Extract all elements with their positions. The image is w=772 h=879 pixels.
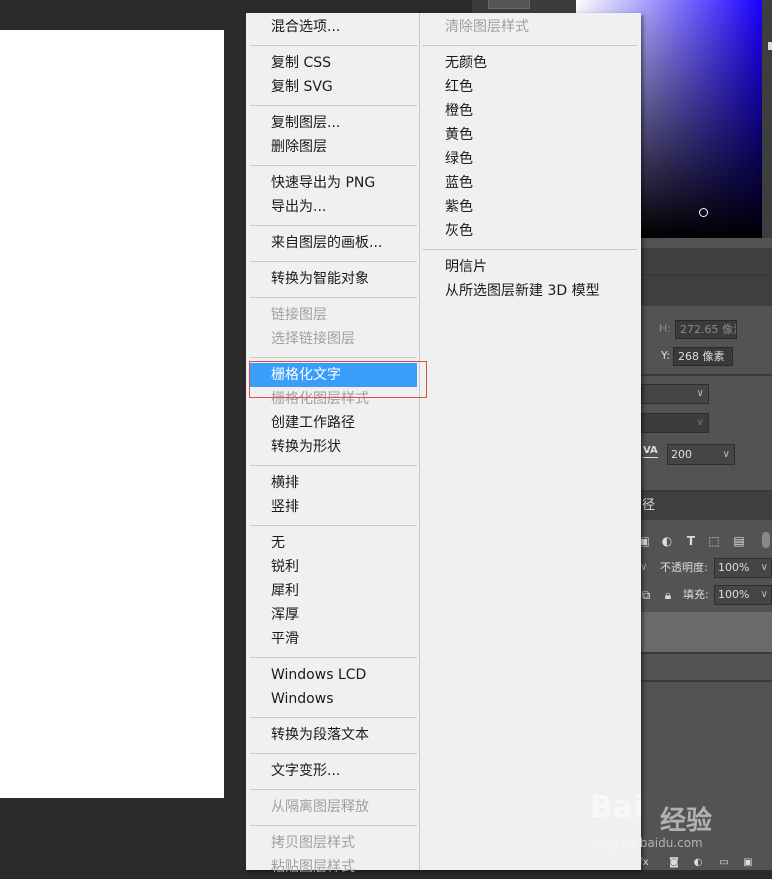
menu-item[interactable]: 删除图层 (271, 135, 327, 159)
tab-paths-fragment[interactable]: 径 (642, 497, 655, 515)
chevron-down-icon: ∨ (760, 589, 768, 600)
h-label: H: (659, 322, 671, 335)
menu-separator (250, 465, 417, 466)
menu-item: 从隔离图层释放 (271, 799, 369, 815)
menu-item[interactable]: 蓝色 (445, 171, 473, 195)
menu-item[interactable]: 无 (271, 531, 285, 555)
chevron-down-icon: ∨ (696, 388, 704, 399)
menu-item[interactable]: 无颜色 (445, 51, 487, 75)
baidu-watermark-logo: Bai (590, 790, 644, 825)
menu-separator (250, 165, 417, 166)
shape-filter-icon[interactable]: ⬚ (706, 533, 722, 549)
menu-item[interactable]: 复制 CSS (271, 51, 331, 75)
chevron-down-icon: ∨ (722, 449, 730, 460)
menu-separator (422, 249, 637, 250)
menu-separator (250, 825, 417, 826)
menu-item[interactable]: 锐利 (271, 555, 299, 579)
y-input[interactable]: 268 像素 (673, 347, 733, 366)
menu-separator (422, 45, 637, 46)
layers-panel-footer: fx ◙ ◐ ▭ ▣ (636, 855, 772, 871)
menu-item[interactable]: 绿色 (445, 147, 473, 171)
new-layer-icon[interactable]: ▣ (740, 855, 756, 871)
menu-separator (250, 45, 417, 46)
chevron-down-icon: ∨ (760, 562, 768, 573)
menu-item[interactable]: Windows LCD (271, 663, 366, 687)
menu-item[interactable]: 混合选项... (271, 15, 340, 39)
menu-item[interactable]: 快速导出为 PNG (271, 171, 375, 195)
menu-item[interactable]: 来自图层的画板... (271, 231, 382, 255)
menu-item[interactable]: 紫色 (445, 195, 473, 219)
opacity-value: 100% (718, 561, 750, 574)
panel-collapse-button[interactable] (488, 0, 530, 9)
menu-item: 选择链接图层 (271, 331, 355, 347)
menu-item[interactable]: 橙色 (445, 99, 473, 123)
menu-separator (250, 717, 417, 718)
hue-slider[interactable] (762, 0, 772, 238)
menu-item[interactable]: 从所选图层新建 3D 模型 (445, 279, 600, 303)
menu-separator (250, 105, 417, 106)
lock-icon[interactable]: 🔒︎ (660, 587, 676, 603)
menu-item[interactable]: 转换为形状 (271, 435, 341, 459)
menu-item[interactable]: 红色 (445, 75, 473, 99)
menu-item[interactable]: Windows (271, 687, 334, 711)
group-folder-icon[interactable]: ▭ (716, 855, 732, 871)
document-canvas[interactable] (0, 30, 224, 798)
adjustment-icon[interactable]: ◐ (690, 855, 706, 871)
baidu-watermark-url: jingyan.baidu.com (592, 836, 703, 850)
menu-item[interactable]: 创建工作路径 (271, 411, 355, 435)
font-style-dropdown[interactable]: ∨ (641, 413, 709, 433)
hue-slider-handle[interactable] (768, 42, 772, 50)
fill-label: 填充: (683, 588, 709, 601)
menu-item[interactable]: 复制 SVG (271, 75, 333, 99)
mask-icon[interactable]: ◙ (666, 855, 682, 871)
menu-item[interactable]: 平滑 (271, 627, 299, 651)
menu-separator (250, 297, 417, 298)
menu-separator (250, 525, 417, 526)
menu-column-divider (419, 13, 420, 870)
menu-item[interactable]: 明信片 (445, 255, 487, 279)
opacity-dropdown[interactable]: 100% ∨ (714, 558, 772, 578)
menu-item[interactable]: 横排 (271, 471, 299, 495)
menu-item[interactable]: 灰色 (445, 219, 473, 243)
annotation-box (249, 361, 427, 398)
font-family-dropdown[interactable]: ∨ (641, 384, 709, 404)
chevron-down-icon: ∨ (696, 417, 704, 428)
tracking-icon: VA (643, 445, 658, 458)
baidu-watermark-text: 经验 (660, 806, 713, 836)
menu-item: 链接图层 (271, 307, 327, 323)
menu-separator (250, 357, 417, 358)
menu-item[interactable]: 复制图层... (271, 111, 340, 135)
menu-separator (250, 657, 417, 658)
h-input[interactable]: 272.65 像素 (675, 320, 737, 339)
fill-dropdown[interactable]: 100% ∨ (714, 585, 772, 605)
menu-item[interactable]: 导出为... (271, 195, 326, 219)
type-filter-icon[interactable]: T (683, 533, 699, 549)
filter-toggle-icon[interactable] (762, 532, 770, 548)
menu-item[interactable]: 犀利 (271, 579, 299, 603)
menu-separator (250, 225, 417, 226)
menu-item: 拷贝图层样式 (271, 835, 355, 851)
menu-item[interactable]: 转换为段落文本 (271, 723, 369, 747)
menu-separator (250, 789, 417, 790)
menu-item[interactable]: 浑厚 (271, 603, 299, 627)
adjustment-filter-icon[interactable]: ◐ (659, 533, 675, 549)
color-picker-cursor[interactable] (699, 208, 708, 217)
menu-separator (250, 753, 417, 754)
menu-item[interactable]: 黄色 (445, 123, 473, 147)
fill-value: 100% (718, 588, 750, 601)
y-label: Y: (661, 349, 670, 362)
menu-item[interactable]: 文字变形... (271, 759, 340, 783)
menu-item[interactable]: 竖排 (271, 495, 299, 519)
chevron-down-icon[interactable]: ∨ (640, 559, 647, 577)
menu-separator (250, 261, 417, 262)
menu-item: 粘贴图层样式 (271, 859, 355, 875)
tracking-value: 200 (671, 448, 692, 461)
menu-item[interactable]: 转换为智能对象 (271, 267, 369, 291)
smart-object-filter-icon[interactable]: ▤ (731, 533, 747, 549)
tracking-dropdown[interactable]: 200 ∨ (667, 444, 735, 465)
menu-item: 清除图层样式 (445, 19, 529, 35)
opacity-label: 不透明度: (660, 561, 708, 574)
